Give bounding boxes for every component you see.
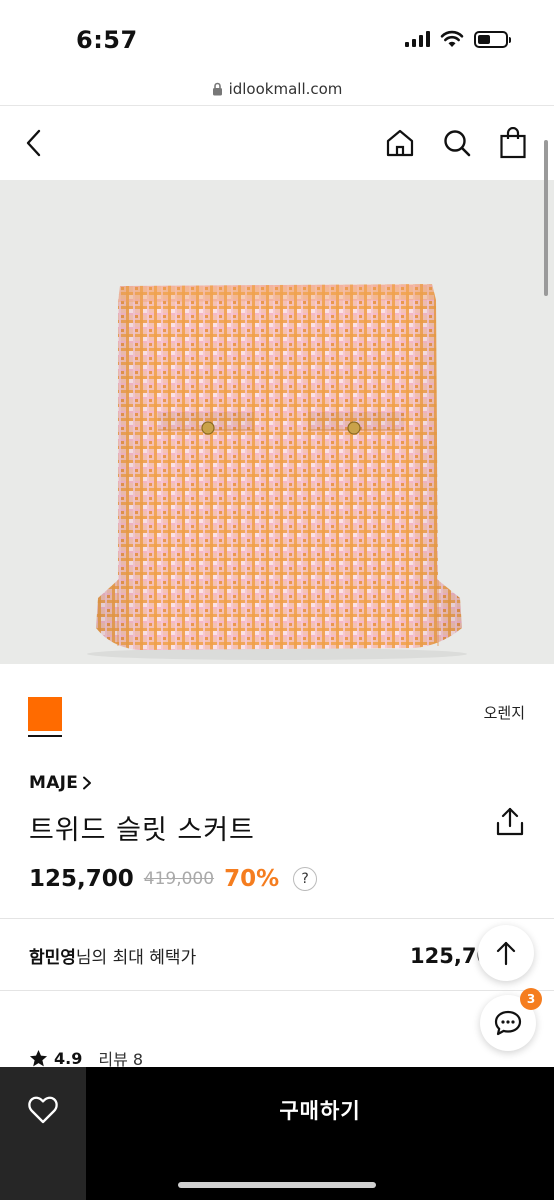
price-help-button[interactable]: ?: [293, 867, 318, 891]
swatch-selected-underline: [28, 735, 62, 737]
wifi-icon: [440, 30, 464, 47]
product-name: 트위드 슬릿 스커트: [29, 815, 255, 846]
product-image[interactable]: [0, 180, 554, 664]
scroll-top-button[interactable]: [478, 925, 534, 981]
max-benefit-row[interactable]: 함민영님의 최대 혜택가 125,700원: [29, 940, 525, 970]
chevron-left-icon: [26, 129, 41, 157]
back-button[interactable]: [16, 125, 52, 161]
chat-badge: 3: [520, 988, 542, 1010]
cellular-signal-icon: [405, 31, 430, 47]
sale-price: 125,700: [29, 866, 134, 892]
heart-icon: [28, 1096, 58, 1124]
url-bar[interactable]: idlookmall.com: [0, 72, 554, 106]
cart-button[interactable]: [495, 125, 531, 161]
brand-link[interactable]: MAJE: [29, 773, 92, 793]
lock-icon: [212, 82, 222, 95]
scroll-indicator[interactable]: [544, 140, 548, 296]
app-header: [0, 107, 554, 179]
home-icon: [386, 129, 414, 157]
rating-score: 4.9: [54, 1048, 83, 1068]
color-swatch[interactable]: [28, 697, 62, 731]
color-name: 오렌지: [483, 704, 525, 722]
divider: [0, 918, 554, 919]
price-row: 125,700 419,000 70% ?: [29, 866, 318, 892]
chevron-right-icon: [83, 776, 92, 790]
tweed-skirt-image: [87, 284, 467, 660]
shopping-bag-icon: [500, 127, 526, 159]
discount-rate: 70%: [224, 866, 280, 892]
user-name: 함민영: [29, 948, 76, 968]
home-button[interactable]: [382, 125, 418, 161]
url-text: idlookmall.com: [228, 79, 343, 98]
original-price: 419,000: [143, 869, 215, 889]
home-indicator[interactable]: [178, 1182, 376, 1188]
wishlist-button[interactable]: [0, 1067, 86, 1200]
divider: [0, 990, 554, 991]
status-icons: [405, 30, 511, 48]
bottom-action-bar: 구매하기: [0, 1067, 554, 1200]
status-time: 6:57: [76, 26, 138, 54]
brand-name: MAJE: [29, 773, 79, 793]
buy-button[interactable]: 구매하기: [86, 1067, 554, 1153]
share-icon: [496, 807, 524, 836]
share-button[interactable]: [494, 806, 526, 838]
status-bar: 6:57: [0, 0, 554, 72]
search-button[interactable]: [439, 125, 475, 161]
product-page: 6:57 idlookmall.com 오렌지 MAJE 트위드 슬릿 스커트 …: [0, 0, 554, 1200]
benefit-label: 함민영님의 최대 혜택가: [29, 943, 196, 968]
chat-bubble-icon: [494, 1010, 522, 1036]
search-icon: [444, 130, 471, 157]
benefit-label-text: 님의 최대 혜택가: [75, 948, 197, 968]
battery-icon: [474, 30, 511, 48]
arrow-up-icon: [496, 941, 516, 966]
star-icon: [29, 1049, 48, 1066]
